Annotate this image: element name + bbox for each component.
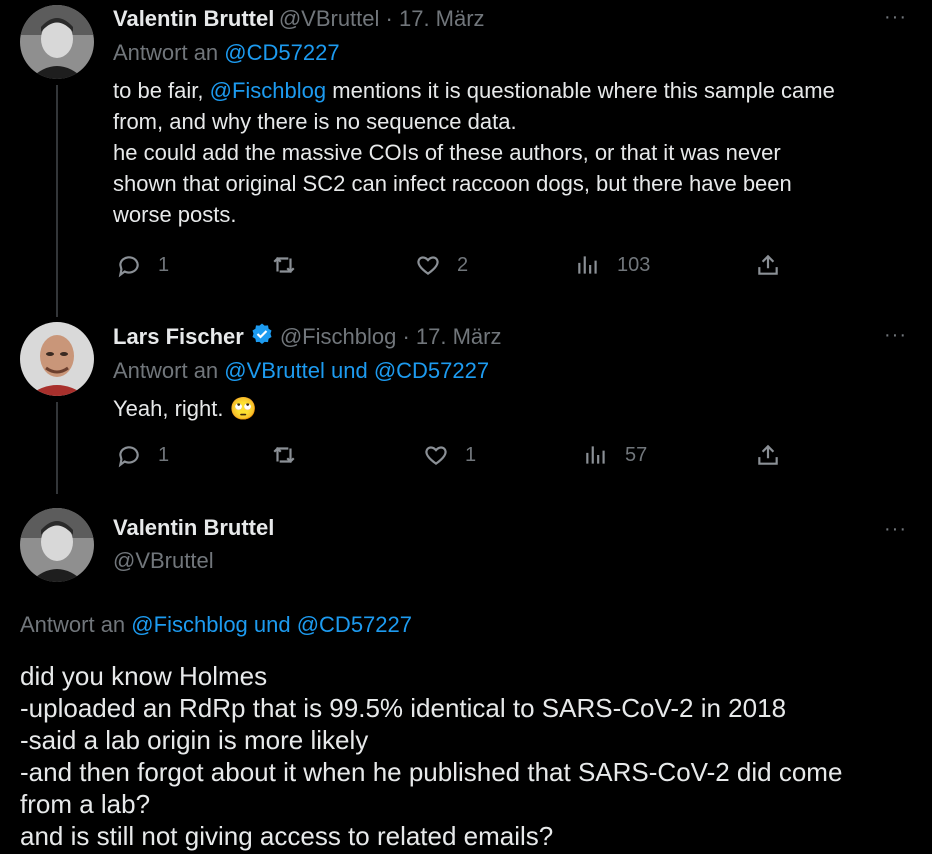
- retweet-icon: [273, 256, 295, 274]
- more-options-icon[interactable]: ···: [884, 518, 907, 541]
- author-name[interactable]: Valentin Bruttel: [113, 6, 274, 31]
- author-handle[interactable]: @VBruttel: [279, 6, 380, 31]
- mention-link[interactable]: @Fischblog: [210, 78, 327, 103]
- more-options-icon[interactable]: ···: [884, 324, 907, 347]
- tweet-text: to be fair, @Fischblog mentions it is qu…: [113, 75, 923, 230]
- reply-context: Antwort an @Fischblog und @CD57227: [20, 612, 412, 638]
- reply-icon: [118, 256, 139, 278]
- verified-badge-icon: [250, 322, 274, 351]
- tweet-text: did you know Holmes -uploaded an RdRp th…: [20, 660, 920, 852]
- reply-mention[interactable]: @CD57227: [224, 40, 339, 65]
- action-bar: 1 1 57: [113, 442, 793, 472]
- text-line: worse posts.: [113, 202, 237, 227]
- action-bar: 1 2 103: [113, 252, 793, 282]
- author-name[interactable]: Lars Fischer: [113, 324, 244, 350]
- reply-prefix: Antwort an: [113, 40, 219, 65]
- text-line: shown that original SC2 can infect racco…: [113, 171, 792, 196]
- tweet-date[interactable]: 17. März: [399, 6, 485, 31]
- more-options-icon[interactable]: ···: [884, 6, 907, 29]
- reply-mention[interactable]: @Fischblog und @CD57227: [131, 612, 412, 637]
- text-line: he could add the massive COIs of these a…: [113, 140, 781, 165]
- text-line: -uploaded an RdRp that is 99.5% identica…: [20, 693, 787, 723]
- views-count: 103: [617, 253, 651, 276]
- views-icon: [586, 446, 605, 464]
- separator-dot: ·: [379, 6, 399, 31]
- separator-dot: ·: [396, 323, 416, 349]
- share-icon: [758, 254, 778, 275]
- tweet-header: Valentin Bruttel @VBruttel · 17. März: [113, 6, 485, 32]
- retweet-button[interactable]: [271, 442, 297, 468]
- tweet-text: Yeah, right. 🙄: [113, 393, 257, 424]
- heart-icon: [425, 446, 447, 465]
- text-line: did you know Holmes: [20, 661, 268, 691]
- eye-roll-emoji-icon: 🙄: [229, 396, 258, 421]
- heart-icon: [417, 256, 439, 275]
- thread-line: [56, 402, 58, 494]
- retweet-button[interactable]: [271, 252, 297, 278]
- author-handle[interactable]: @VBruttel: [113, 548, 214, 574]
- author-handle[interactable]: @Fischblog: [280, 324, 397, 349]
- like-count: 2: [457, 253, 469, 276]
- like-count: 1: [465, 443, 477, 466]
- text-line: -and then forgot about it when he publis…: [20, 757, 843, 787]
- text-line: from, and why there is no sequence data.: [113, 109, 517, 134]
- avatar-valentin-bruttel[interactable]: [20, 5, 94, 79]
- avatar-valentin-bruttel[interactable]: [20, 508, 94, 582]
- reply-mention[interactable]: @VBruttel und @CD57227: [224, 358, 489, 383]
- thread-line: [56, 85, 58, 317]
- views-icon: [578, 256, 597, 274]
- reply-button[interactable]: 1: [116, 442, 169, 468]
- share-icon: [758, 444, 778, 465]
- reply-prefix: Antwort an: [113, 358, 219, 383]
- views-count: 57: [625, 443, 648, 466]
- text-line: -said a lab origin is more likely: [20, 725, 369, 755]
- text-line: and is still not giving access to relate…: [20, 821, 554, 851]
- like-button[interactable]: 1: [423, 442, 476, 468]
- avatar-lars-fischer[interactable]: [20, 322, 94, 396]
- author-name[interactable]: Valentin Bruttel: [113, 515, 274, 541]
- reply-button[interactable]: 1: [116, 252, 169, 278]
- text-line: from a lab?: [20, 789, 151, 819]
- share-button[interactable]: [755, 252, 781, 278]
- reply-context: Antwort an @CD57227: [113, 40, 340, 66]
- views-button[interactable]: 57: [583, 442, 647, 468]
- text-segment: Yeah, right.: [113, 396, 224, 421]
- text-segment: to be fair,: [113, 78, 204, 103]
- text-segment: mentions it is questionable where this s…: [332, 78, 835, 103]
- retweet-icon: [273, 446, 295, 464]
- tweet-header: Lars Fischer @Fischblog · 17. März: [113, 322, 502, 351]
- reply-count: 1: [158, 253, 170, 276]
- share-button[interactable]: [755, 442, 781, 468]
- reply-icon: [118, 446, 139, 468]
- tweet-date[interactable]: 17. März: [416, 324, 502, 349]
- like-button[interactable]: 2: [415, 252, 468, 278]
- views-button[interactable]: 103: [575, 252, 650, 278]
- reply-count: 1: [158, 443, 170, 466]
- reply-prefix: Antwort an: [20, 612, 126, 637]
- reply-context: Antwort an @VBruttel und @CD57227: [113, 358, 489, 384]
